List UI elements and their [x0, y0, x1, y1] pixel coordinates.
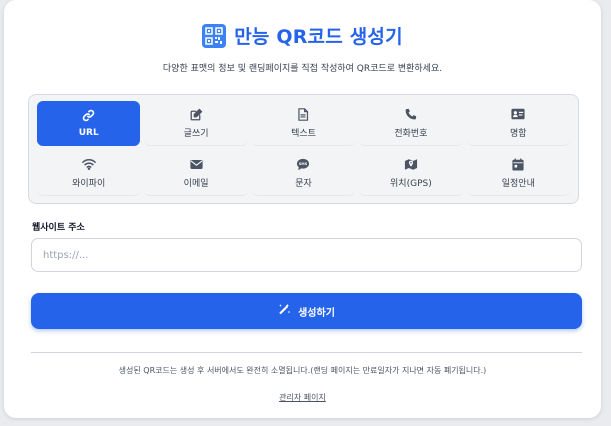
page-subtitle: 다양한 표맷의 정보 및 랜딩페이지를 직접 작성하여 QR코드로 변환하세요. [162, 64, 443, 74]
generate-button-label: 생성하기 [298, 307, 335, 319]
type-email-button[interactable]: 이메일 [144, 151, 248, 196]
type-phone-button[interactable]: 전화번호 [359, 101, 463, 146]
map-icon [404, 157, 418, 171]
edit-icon [189, 107, 203, 121]
footer-notice: 생성된 QR코드는 생성 후 서버에서도 완전히 소멸됩니다.(랜딩 페이지는 … [118, 366, 487, 375]
type-sms-button[interactable]: SMS 문자 [251, 151, 356, 196]
type-label: 명함 [510, 129, 527, 139]
type-label: URL [78, 127, 99, 138]
wifi-icon [81, 157, 96, 171]
link-icon [82, 109, 96, 123]
admin-link-row: 관리자 페이지 [4, 385, 601, 404]
type-label: 와이파이 [72, 179, 106, 189]
qr-code-icon [202, 23, 227, 48]
type-write-button[interactable]: 글쓰기 [144, 101, 248, 146]
magic-wand-icon [278, 303, 291, 319]
type-url-button[interactable]: URL [37, 101, 141, 146]
envelope-icon [189, 157, 203, 171]
type-label: 문자 [295, 179, 312, 189]
type-text-button[interactable]: 텍스트 [251, 101, 356, 146]
svg-text:SMS: SMS [299, 162, 308, 166]
type-label: 일정안내 [501, 179, 535, 189]
title-row: 만능 QR코드 생성기 [4, 22, 601, 49]
phone-icon [404, 107, 418, 121]
type-schedule-button[interactable]: 일정안내 [466, 151, 570, 196]
generator-card: 만능 QR코드 생성기 다양한 표맷의 정보 및 랜딩페이지를 직접 작성하여 … [4, 0, 601, 418]
generate-button[interactable]: 생성하기 [31, 293, 582, 329]
qr-type-selector: URL 글쓰기 텍스트 전화번호 명함 와이파이 이메일 SMS 문자 위치(G… [28, 94, 579, 204]
type-wifi-button[interactable]: 와이파이 [37, 151, 141, 196]
type-label: 글쓰기 [183, 129, 209, 139]
page-title: 만능 QR코드 생성기 [234, 26, 403, 48]
website-url-label: 웹사이트 주소 [32, 223, 85, 233]
type-label: 텍스트 [291, 129, 316, 139]
divider [31, 352, 582, 353]
type-location-button[interactable]: 위치(GPS) [359, 151, 463, 196]
type-card-button[interactable]: 명함 [466, 101, 570, 146]
calendar-icon [511, 157, 525, 171]
admin-page-link[interactable]: 관리자 페이지 [279, 393, 326, 402]
website-url-input[interactable] [31, 238, 582, 272]
type-label: 위치(GPS) [390, 179, 432, 189]
id-card-icon [511, 107, 525, 121]
type-label: 이메일 [183, 179, 209, 189]
sms-icon: SMS [296, 157, 310, 171]
document-icon [296, 107, 310, 121]
type-label: 전화번호 [394, 129, 428, 139]
